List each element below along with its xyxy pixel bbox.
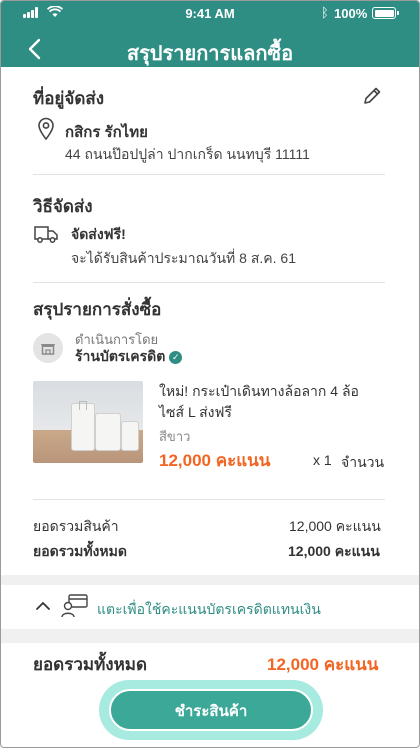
recipient-name: กสิกร รักไทย — [65, 124, 148, 141]
address-line: 44 ถนนป๊อปปูล่า ปากเกร็ด นนทบุรี 11111 — [65, 146, 310, 162]
pay-button[interactable]: ชำระสินค้า — [109, 689, 313, 731]
divider — [33, 499, 385, 500]
verified-icon: ✓ — [169, 350, 183, 364]
product-image — [33, 381, 143, 463]
section-gap — [1, 575, 419, 585]
battery-percent: 100% — [334, 6, 368, 21]
edit-icon[interactable] — [361, 85, 383, 107]
use-credit-points-label: แตะเพื่อใช้คะแนนบัตรเครดิตแทนเงิน — [97, 601, 321, 617]
use-credit-points-toggle[interactable]: แตะเพื่อใช้คะแนนบัตรเครดิตแทนเงิน — [19, 585, 401, 629]
product-variant: สีขาว — [159, 429, 191, 444]
section-gap — [1, 629, 419, 643]
subtotal-label: ยอดรวมสินค้า — [33, 518, 119, 534]
product-name-line1: ใหม่! กระเป๋าเดินทางล้อลาก 4 ล้อ — [159, 383, 359, 399]
shop-name-row[interactable]: ร้านบัตรเครดิต ✓ — [75, 346, 183, 368]
status-bar: 9:41 AM ᛒ 100% — [1, 1, 419, 25]
total-label: ยอดรวมทั้งหมด — [33, 543, 127, 559]
location-pin-icon — [38, 117, 54, 141]
product-qty-label: จำนวน — [341, 454, 385, 470]
total-value: 12,000 คะแนน — [288, 543, 380, 559]
bluetooth-icon: ᛒ — [321, 5, 329, 20]
product-qty: x 1 — [313, 452, 332, 468]
shipping-section-title: วิธีจัดส่ง — [33, 197, 93, 216]
truck-icon — [34, 226, 58, 243]
screen: 9:41 AM ᛒ 100% สรุปรายการแลกซื้อ ที่อยู่… — [0, 0, 420, 748]
shop-icon — [33, 333, 63, 363]
page-title: สรุปรายการแลกซื้อ — [126, 43, 294, 65]
order-section-title: สรุปรายการสั่งซื้อ — [33, 300, 162, 319]
shipping-eta: จะได้รับสินค้าประมาณวันที่ 8 ส.ค. 61 — [71, 250, 296, 266]
app-header: 9:41 AM ᛒ 100% สรุปรายการแลกซื้อ — [1, 1, 419, 67]
subtotal-value: 12,000 คะแนน — [289, 518, 381, 534]
footer-total-value: 12,000 คะแนน — [267, 655, 379, 674]
chevron-up-icon — [36, 602, 50, 610]
shop-name: ร้านบัตรเครดิต — [75, 348, 166, 364]
battery-icon — [372, 7, 399, 19]
credit-card-user-icon — [61, 594, 88, 618]
divider — [33, 174, 385, 175]
footer-total-label: ยอดรวมทั้งหมด — [33, 655, 148, 674]
address-section-title: ที่อยู่จัดส่ง — [33, 89, 105, 108]
shipping-method: จัดส่งฟรี! — [71, 226, 126, 242]
product-price: 12,000 คะแนน — [159, 451, 271, 470]
divider — [33, 282, 385, 283]
product-name-line2: ไซส์ L ส่งฟรี — [159, 404, 232, 420]
